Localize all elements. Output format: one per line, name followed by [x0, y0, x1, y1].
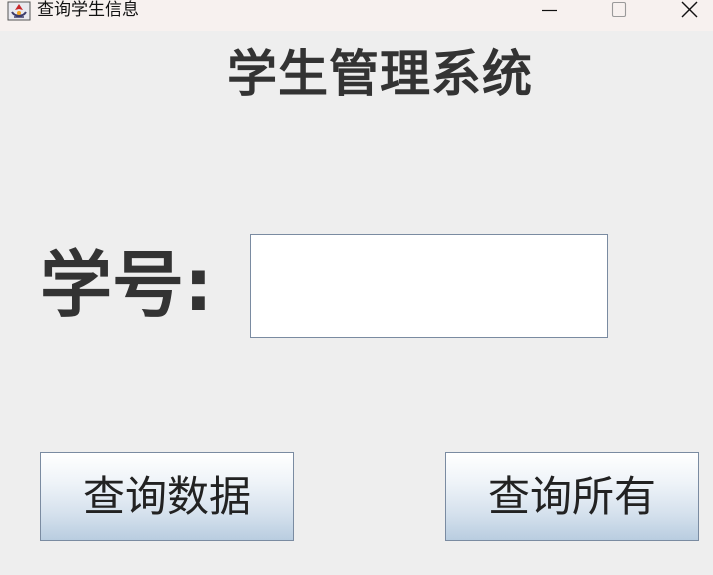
minimize-icon	[542, 9, 557, 12]
query-all-button[interactable]: 查询所有	[445, 452, 699, 541]
maximize-button[interactable]	[596, 0, 642, 22]
java-app-icon	[7, 0, 31, 22]
maximize-icon	[611, 1, 627, 18]
page-title: 学生管理系统	[227, 45, 533, 103]
title-bar[interactable]: 查询学生信息	[0, 0, 713, 31]
close-button[interactable]	[666, 0, 712, 22]
app-window: 查询学生信息 学生管理系统 学号: 查询数据 查询所有	[0, 0, 713, 575]
student-id-label: 学号:	[40, 243, 213, 327]
student-id-input[interactable]	[250, 234, 608, 338]
query-data-button[interactable]: 查询数据	[40, 452, 294, 541]
close-icon	[681, 1, 698, 18]
minimize-button[interactable]	[526, 0, 572, 22]
window-title: 查询学生信息	[37, 0, 139, 20]
